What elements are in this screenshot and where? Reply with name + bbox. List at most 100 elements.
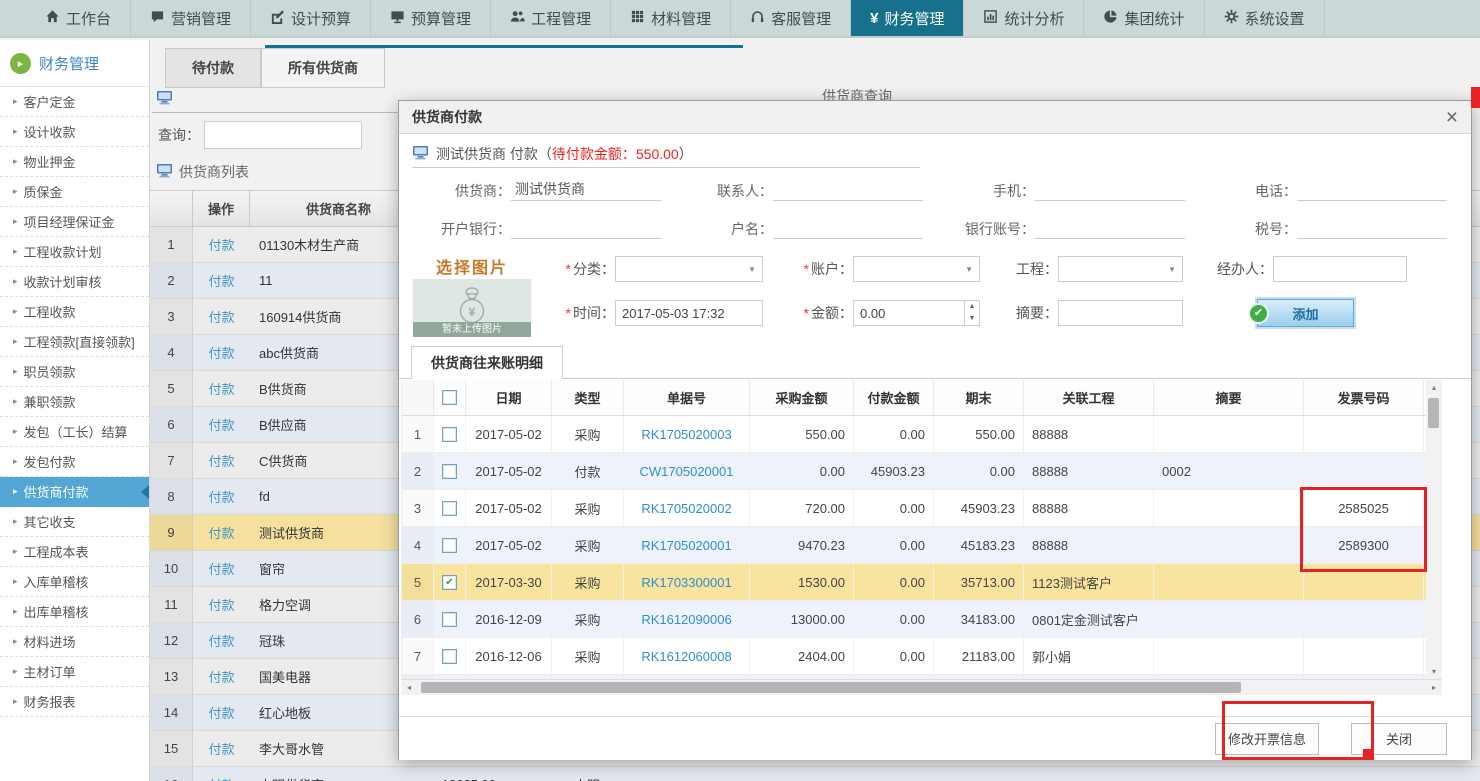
info-value[interactable]: [1035, 218, 1185, 239]
nav-tab-design-budget[interactable]: 设计预算: [251, 0, 371, 36]
sidebar-item[interactable]: ▸ 入库单稽核: [0, 567, 149, 597]
pay-link[interactable]: 付款: [193, 415, 250, 434]
sidebar-item[interactable]: ▸ 主材订单: [0, 657, 149, 687]
close-icon[interactable]: ×: [1446, 107, 1458, 128]
pay-link[interactable]: 付款: [193, 523, 250, 542]
sidebar-item[interactable]: ▸ 供货商付款: [0, 477, 149, 507]
sidebar-item[interactable]: ▸ 材料进场: [0, 627, 149, 657]
pay-link[interactable]: 付款: [193, 487, 250, 506]
ledger-row[interactable]: 3 ✔ 2017-05-02 采购 RK1705020002 720.00 0.…: [402, 490, 1427, 527]
pay-link[interactable]: 付款: [193, 667, 250, 686]
nav-tab-workbench[interactable]: 工作台: [26, 0, 131, 36]
pay-link[interactable]: 付款: [193, 235, 250, 254]
pay-link[interactable]: 付款: [193, 559, 250, 578]
header-payment[interactable]: 付款金额: [854, 380, 934, 415]
info-value[interactable]: [1035, 180, 1185, 201]
sidebar-item[interactable]: ▸ 发包付款: [0, 447, 149, 477]
account-select[interactable]: ▼: [853, 256, 980, 282]
row-checkbox[interactable]: ✔: [442, 464, 457, 479]
sidebar-item[interactable]: ▸ 职员领款: [0, 357, 149, 387]
detail-tab[interactable]: 供货商往来账明细: [411, 346, 563, 379]
h-scroll-thumb[interactable]: [421, 682, 1241, 693]
doc-number-link[interactable]: RK1612090006: [624, 601, 750, 637]
add-button[interactable]: ✔添加: [1257, 299, 1354, 327]
row-checkbox[interactable]: ✔: [442, 501, 457, 516]
info-value[interactable]: [1297, 180, 1447, 201]
ledger-row[interactable]: 6 ✔ 2016-12-09 采购 RK1612090006 13000.00 …: [402, 601, 1427, 638]
select-all-checkbox[interactable]: [442, 390, 457, 405]
v-scroll-thumb[interactable]: [1428, 398, 1439, 428]
nav-tab-customer-service[interactable]: 客服管理: [731, 0, 851, 36]
pay-link[interactable]: 付款: [193, 379, 250, 398]
scroll-left-icon[interactable]: ◂: [401, 680, 417, 695]
pay-link[interactable]: 付款: [193, 271, 250, 290]
info-value[interactable]: [773, 218, 923, 239]
supplier-row[interactable]: 16 付款 未明供货商 12025.00 未明: [150, 767, 1480, 781]
header-summary[interactable]: 摘要: [1154, 380, 1304, 415]
row-checkbox[interactable]: ✔: [442, 575, 457, 590]
nav-tab-engineering[interactable]: 工程管理: [491, 0, 611, 36]
search-input[interactable]: [204, 121, 362, 149]
pay-link[interactable]: 付款: [193, 739, 250, 758]
nav-tab-budget[interactable]: 预算管理: [371, 0, 491, 36]
spin-down-icon[interactable]: ▼: [965, 313, 979, 325]
memo-input[interactable]: [1058, 300, 1183, 326]
doc-number-link[interactable]: RK1612060008: [624, 638, 750, 674]
ledger-row[interactable]: 2 ✔ 2017-05-02 付款 CW1705020001 0.00 4590…: [402, 453, 1427, 490]
horizontal-scrollbar[interactable]: ◂ ▸: [401, 679, 1442, 695]
sidebar-item[interactable]: ▸ 设计收款: [0, 117, 149, 147]
doc-number-link[interactable]: RK1705020003: [624, 416, 750, 452]
tab-pending-payment[interactable]: 待付款: [165, 48, 261, 88]
info-value[interactable]: 测试供货商: [511, 179, 661, 201]
nav-tab-group-stats[interactable]: 集团统计: [1084, 0, 1204, 36]
sidebar-item[interactable]: ▸ 客户定金: [0, 87, 149, 117]
spin-up-icon[interactable]: ▲: [965, 301, 979, 313]
pay-link[interactable]: 付款: [193, 595, 250, 614]
time-input[interactable]: 2017-05-03 17:32: [615, 300, 763, 326]
nav-tab-materials[interactable]: 材料管理: [611, 0, 731, 36]
sidebar-item[interactable]: ▸ 工程收款: [0, 297, 149, 327]
ledger-row[interactable]: 4 ✔ 2017-05-02 采购 RK1705020001 9470.23 0…: [402, 527, 1427, 564]
doc-number-link[interactable]: RK1705020002: [624, 490, 750, 526]
nav-tab-statistics[interactable]: 统计分析: [964, 0, 1084, 36]
sidebar-item[interactable]: ▸ 其它收支: [0, 507, 149, 537]
sidebar-item[interactable]: ▸ 财务报表: [0, 687, 149, 717]
pay-link[interactable]: 付款: [193, 307, 250, 326]
sidebar-item[interactable]: ▸ 工程收款计划: [0, 237, 149, 267]
nav-tab-marketing[interactable]: 营销管理: [131, 0, 251, 36]
tab-all-suppliers[interactable]: 所有供货商: [261, 48, 385, 88]
sidebar-item[interactable]: ▸ 质保金: [0, 177, 149, 207]
vertical-scrollbar[interactable]: ▴ ▾: [1426, 380, 1442, 679]
pay-link[interactable]: 付款: [193, 703, 250, 722]
amount-input[interactable]: 0.00▲▼: [853, 300, 980, 326]
choose-image-button[interactable]: 选择图片: [413, 254, 531, 276]
sidebar-item[interactable]: ▸ 工程领款[直接领款]: [0, 327, 149, 357]
row-checkbox[interactable]: ✔: [442, 612, 457, 627]
pay-link[interactable]: 付款: [193, 451, 250, 470]
pay-link[interactable]: 付款: [193, 775, 250, 781]
pay-link[interactable]: 付款: [193, 343, 250, 362]
ledger-row[interactable]: 7 ✔ 2016-12-06 采购 RK1612060008 2404.00 0…: [402, 638, 1427, 675]
sidebar-item[interactable]: ▸ 发包（工长）结算: [0, 417, 149, 447]
agent-input[interactable]: [1273, 256, 1407, 282]
doc-number-link[interactable]: RK1705020001: [624, 527, 750, 563]
category-select[interactable]: ▼: [615, 256, 763, 282]
sidebar-item[interactable]: ▸ 收款计划审核: [0, 267, 149, 297]
scroll-down-icon[interactable]: ▾: [1426, 664, 1442, 679]
info-value[interactable]: [1297, 218, 1447, 239]
sidebar-item[interactable]: ▸ 兼职领款: [0, 387, 149, 417]
scroll-right-icon[interactable]: ▸: [1426, 680, 1442, 695]
nav-tab-finance[interactable]: ¥ 财务管理: [851, 0, 964, 36]
header-balance[interactable]: 期末: [934, 380, 1024, 415]
ledger-row[interactable]: 5 ✔ 2017-03-30 采购 RK1703300001 1530.00 0…: [402, 564, 1427, 601]
header-date[interactable]: 日期: [466, 380, 552, 415]
doc-number-link[interactable]: CW1705020001: [624, 453, 750, 489]
header-purchase[interactable]: 采购金额: [750, 380, 854, 415]
sidebar-item[interactable]: ▸ 项目经理保证金: [0, 207, 149, 237]
header-type[interactable]: 类型: [552, 380, 624, 415]
amount-spinner[interactable]: ▲▼: [964, 301, 979, 325]
sidebar-item[interactable]: ▸ 物业押金: [0, 147, 149, 177]
header-project[interactable]: 关联工程: [1024, 380, 1154, 415]
row-checkbox[interactable]: ✔: [442, 649, 457, 664]
row-checkbox[interactable]: ✔: [442, 427, 457, 442]
